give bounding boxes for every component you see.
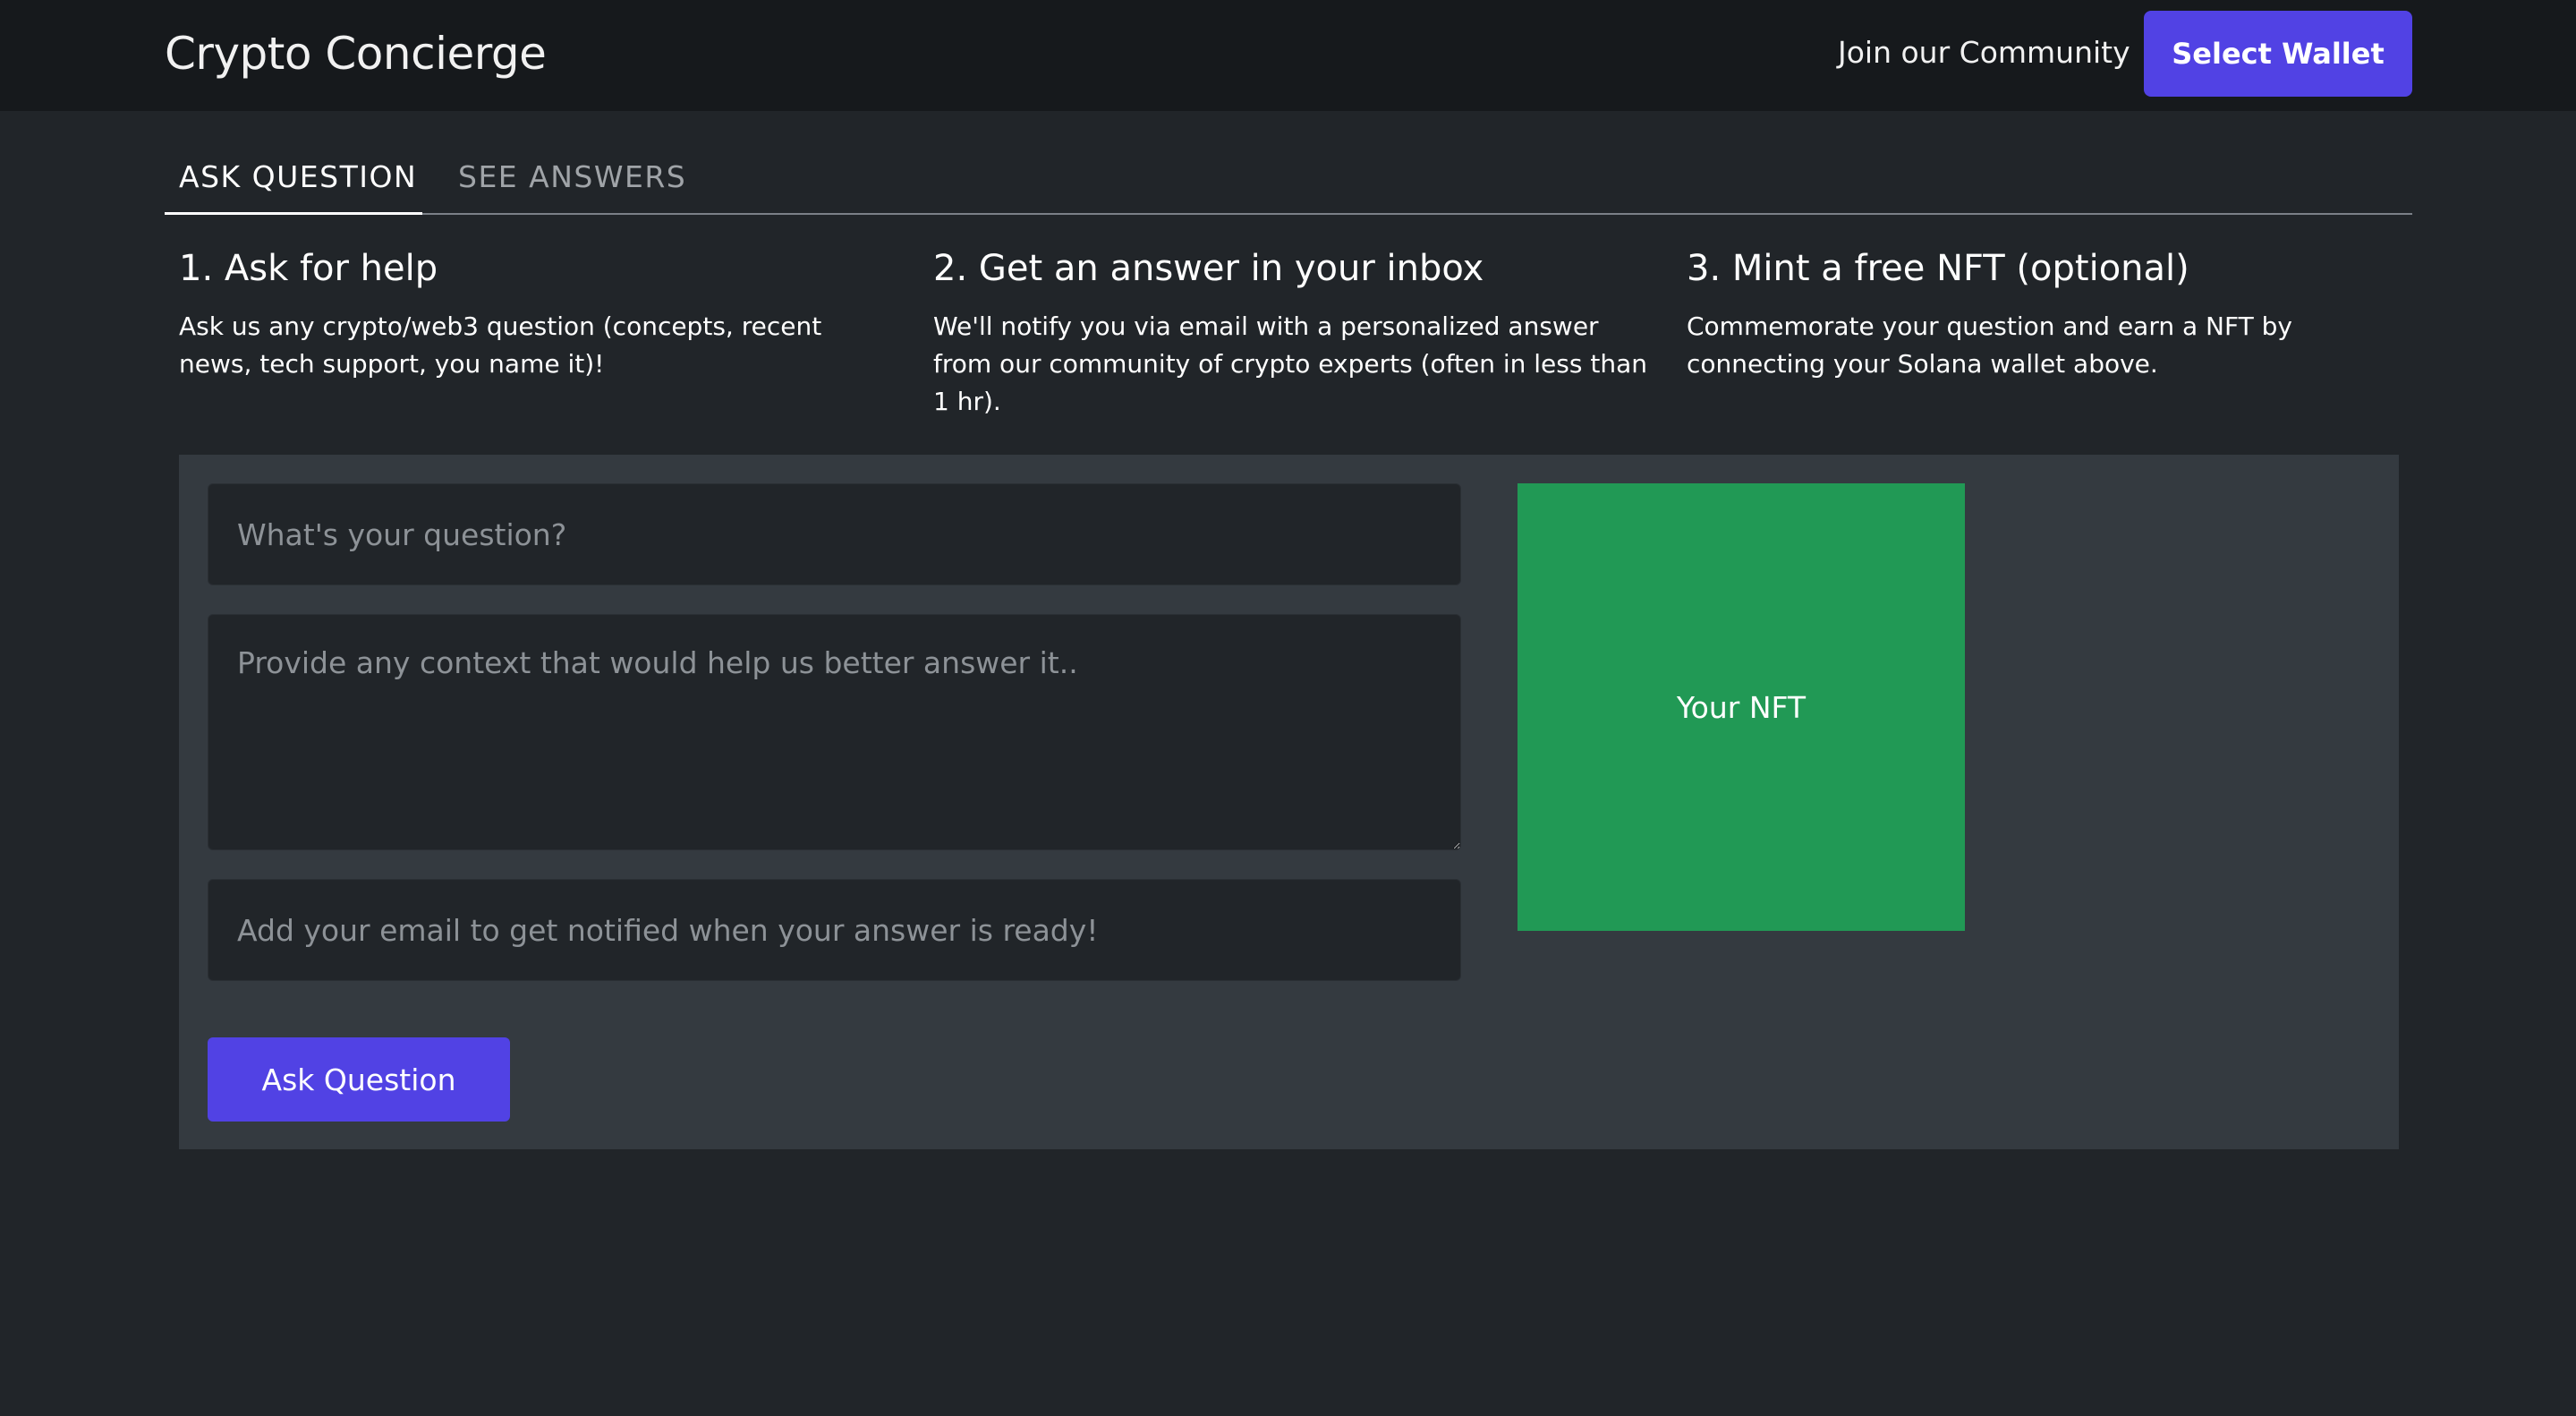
step-title: 1. Ask for help (179, 248, 438, 289)
context-textarea[interactable] (208, 614, 1461, 850)
step-title: 3. Mint a free NFT (optional) (1687, 248, 2189, 289)
question-form-panel: Ask Question Your NFT (179, 455, 2399, 1149)
step-mint-nft: 3. Mint a free NFT (optional) Commemorat… (1687, 242, 2402, 383)
tab-ask-question[interactable]: ASK QUESTION (165, 150, 422, 215)
tab-bar: ASK QUESTION SEE ANSWERS (165, 150, 2412, 215)
step-title: 2. Get an answer in your inbox (933, 248, 1484, 289)
step-description: Ask us any crypto/web3 question (concept… (179, 311, 822, 379)
step-get-answer: 2. Get an answer in your inbox We'll not… (933, 242, 1649, 421)
join-community-link[interactable]: Join our Community (1838, 31, 2130, 74)
email-input[interactable] (208, 879, 1461, 981)
ask-question-button[interactable]: Ask Question (208, 1037, 510, 1122)
nft-preview-label: Your NFT (1676, 689, 1807, 725)
question-input[interactable] (208, 483, 1461, 585)
top-navbar: Crypto Concierge Join our Community Sele… (0, 0, 2576, 111)
brand-title[interactable]: Crypto Concierge (165, 24, 547, 83)
select-wallet-button[interactable]: Select Wallet (2144, 11, 2412, 97)
step-description: Commemorate your question and earn a NFT… (1687, 311, 2292, 379)
tab-see-answers[interactable]: SEE ANSWERS (455, 150, 686, 215)
step-ask-for-help: 1. Ask for help Ask us any crypto/web3 q… (179, 242, 895, 383)
nft-preview: Your NFT (1518, 483, 1965, 931)
step-description: We'll notify you via email with a person… (933, 311, 1647, 416)
